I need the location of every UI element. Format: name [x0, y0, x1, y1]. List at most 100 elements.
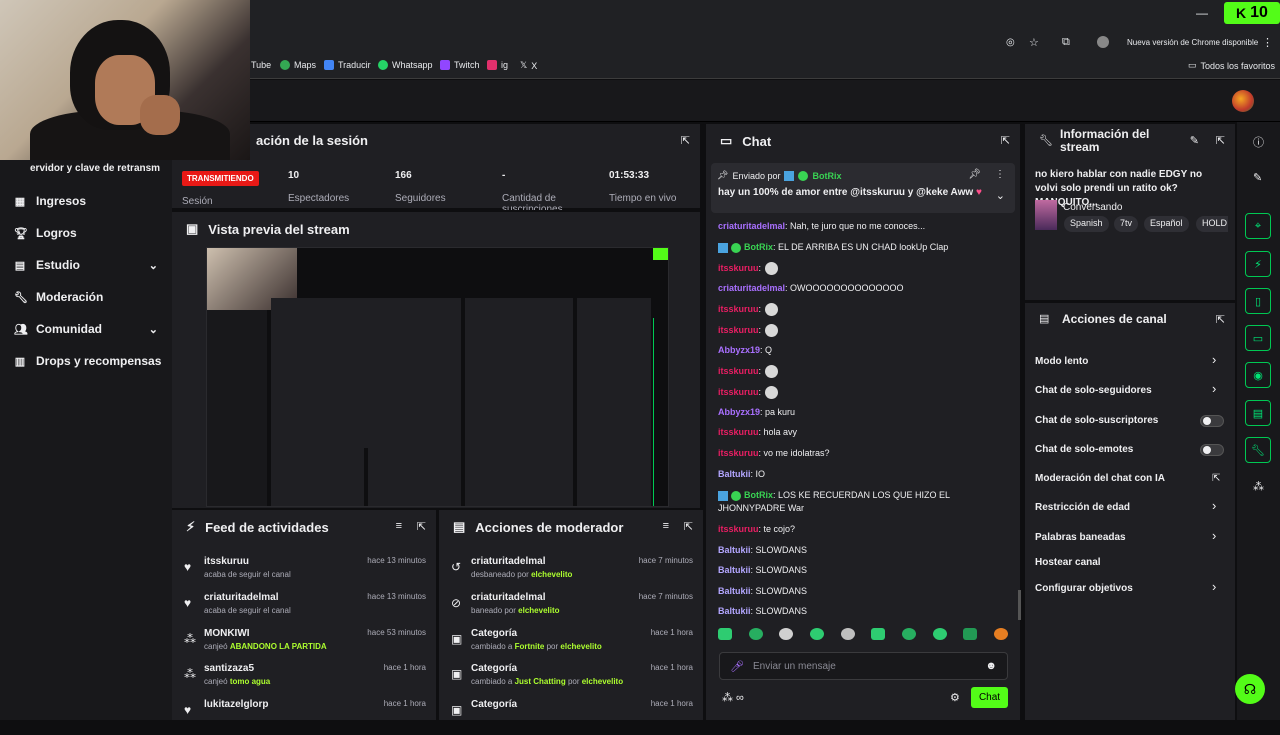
chat-username[interactable]: Abbyzx19	[718, 345, 760, 355]
popout-icon[interactable]: ⇱	[684, 520, 693, 533]
settings-icon[interactable]: ⚙︎	[950, 691, 960, 704]
info-icon[interactable]: ⓘ	[1253, 134, 1264, 150]
channel-action-item[interactable]: Palabras baneadas	[1035, 532, 1126, 543]
chat-username[interactable]: Baltukii	[718, 606, 751, 616]
toggle-switch[interactable]	[1200, 444, 1224, 456]
emote-icon[interactable]	[963, 628, 978, 640]
channel-action-item[interactable]: Modo lento	[1035, 356, 1088, 367]
pinned-message[interactable]: 📌︎ Enviado por BotRix hay un 100% de amo…	[711, 163, 1015, 213]
bookmark-twitch[interactable]: Twitch	[440, 60, 480, 70]
channel-action-item[interactable]: Restricción de edad	[1035, 502, 1130, 513]
chevron-right-icon[interactable]: ›	[1212, 579, 1216, 594]
emote-icon[interactable]	[840, 628, 855, 640]
tag[interactable]: HOLD	[1196, 216, 1228, 232]
chat-username[interactable]: criaturitadelmal	[718, 283, 785, 293]
channel-action-item[interactable]: Chat de solo-suscriptores	[1035, 415, 1158, 426]
sidebar-item-moderacion[interactable]: 🔧︎ Moderación	[14, 290, 103, 304]
wrench-icon[interactable]: 🔧︎	[1245, 437, 1271, 463]
menu-icon[interactable]: ⋮	[1262, 36, 1273, 49]
emote-icon[interactable]	[932, 628, 947, 640]
toggle-switch[interactable]	[1200, 415, 1224, 427]
broadcast-icon[interactable]: ◉	[1245, 362, 1271, 388]
emote-icon[interactable]	[779, 628, 794, 640]
channel-action-item[interactable]: Configurar objetivos	[1035, 583, 1133, 594]
chat-username[interactable]: BotRix	[744, 490, 773, 500]
filter-icon[interactable]: ≡	[396, 520, 402, 532]
sidebar-item-logros[interactable]: 🏆︎ Logros	[14, 226, 77, 240]
channel-action-item[interactable]: Moderación del chat con IA	[1035, 473, 1165, 484]
moderation-icon[interactable]: ▤	[1245, 400, 1271, 426]
chat-username[interactable]: itsskuruu	[718, 263, 759, 273]
category-name[interactable]: Conversando	[1063, 202, 1122, 213]
user-avatar[interactable]	[1232, 90, 1254, 112]
sidebar-item-drops[interactable]: ▥ Drops y recompensas	[14, 354, 162, 368]
popout-icon[interactable]: ⇱	[681, 134, 690, 147]
bookmark-youtube[interactable]: Tube	[251, 60, 271, 70]
chat-input[interactable]: 🎤︎ Enviar un mensaje ☻	[719, 652, 1008, 680]
emote-icon[interactable]	[809, 628, 824, 640]
kick-counter[interactable]: K 10	[1224, 2, 1280, 24]
filter-icon[interactable]: ≡	[663, 520, 669, 532]
edit-icon[interactable]: ✎	[1253, 171, 1262, 184]
external-link-icon[interactable]: ⇱	[1212, 473, 1220, 484]
bolt-icon[interactable]: ⚡︎	[1245, 251, 1271, 277]
emote-icon[interactable]	[748, 628, 763, 640]
chat-username[interactable]: itsskuruu	[718, 304, 759, 314]
chat-username[interactable]: itsskuruu	[718, 387, 759, 397]
chat-username[interactable]: itsskuruu	[718, 366, 759, 376]
sidebar-item-ingresos[interactable]: ▦ Ingresos	[14, 194, 86, 208]
tag[interactable]: Español	[1144, 216, 1189, 232]
stream-preview-image[interactable]	[206, 247, 669, 507]
microphone-icon[interactable]: 🎤︎	[730, 660, 744, 673]
sidebar-partial-item[interactable]: ervidor y clave de retransm	[30, 163, 160, 174]
tag[interactable]: Spanish	[1064, 216, 1109, 232]
chat-username[interactable]: Baltukii	[718, 586, 751, 596]
help-icon[interactable]: ☊	[1235, 674, 1265, 704]
sidebar-item-estudio[interactable]: ▤ Estudio ⌄	[14, 258, 158, 272]
document-icon[interactable]: ▯	[1245, 288, 1271, 314]
points-icon[interactable]: ⁂	[1253, 480, 1264, 493]
chat-scrollbar[interactable]	[1018, 590, 1021, 620]
emote-icon[interactable]	[718, 628, 732, 640]
chat-username[interactable]: Baltukii	[718, 545, 751, 555]
chat-username[interactable]: BotRix	[744, 242, 773, 252]
bookmark-whatsapp[interactable]: Whatsapp	[378, 60, 433, 70]
channel-action-item[interactable]: Hostear canal	[1035, 557, 1101, 568]
bookmark-x[interactable]: 𝕏X	[520, 60, 537, 71]
minimize-icon[interactable]: —	[1196, 6, 1208, 20]
more-icon[interactable]: ⋮	[995, 169, 1005, 180]
send-chat-button[interactable]: Chat	[971, 687, 1008, 708]
emote-icon[interactable]	[901, 628, 916, 640]
unpin-icon[interactable]: 📌︎	[968, 169, 981, 180]
sidebar-item-comunidad[interactable]: 👥︎ Comunidad ⌄	[14, 322, 158, 336]
bookmark-translate[interactable]: Traducir	[324, 60, 371, 70]
emote-icon[interactable]	[993, 628, 1008, 640]
popout-icon[interactable]: ⇱	[1216, 134, 1225, 147]
chevron-down-icon[interactable]: ⌄	[996, 189, 1005, 202]
edit-icon[interactable]: ✎	[1190, 134, 1199, 147]
star-icon[interactable]: ☆	[1029, 36, 1039, 49]
extensions-icon[interactable]: ⧉	[1062, 36, 1070, 49]
chat-username[interactable]: itsskuruu	[718, 448, 759, 458]
chevron-right-icon[interactable]: ›	[1212, 352, 1216, 367]
chevron-right-icon[interactable]: ›	[1212, 528, 1216, 543]
popout-icon[interactable]: ⇱	[1001, 134, 1010, 147]
chat-username[interactable]: criaturitadelmal	[718, 221, 785, 231]
channel-action-item[interactable]: Chat de solo-emotes	[1035, 444, 1133, 455]
emoji-icon[interactable]: ☻	[985, 660, 997, 672]
eye-off-icon[interactable]: ◎	[1006, 37, 1015, 48]
chat-username[interactable]: Abbyzx19	[718, 407, 760, 417]
popout-icon[interactable]: ⇱	[417, 520, 426, 533]
chat-username[interactable]: itsskuruu	[718, 427, 759, 437]
clip-icon[interactable]: ⌖	[1245, 213, 1271, 239]
profile-avatar[interactable]	[1097, 36, 1109, 48]
chat-icon[interactable]: ▭	[1245, 325, 1271, 351]
tag[interactable]: 7tv	[1114, 216, 1139, 232]
all-favorites[interactable]: ▭ Todos los favoritos	[1188, 60, 1275, 71]
chevron-right-icon[interactable]: ›	[1212, 381, 1216, 396]
bookmark-instagram[interactable]: ig	[487, 60, 508, 70]
channel-points-icon[interactable]: ⁂ ∞	[722, 691, 744, 704]
bookmark-maps[interactable]: Maps	[280, 60, 316, 70]
chrome-update-text[interactable]: Nueva versión de Chrome disponible	[1127, 38, 1258, 47]
chat-username[interactable]: Baltukii	[718, 565, 751, 575]
